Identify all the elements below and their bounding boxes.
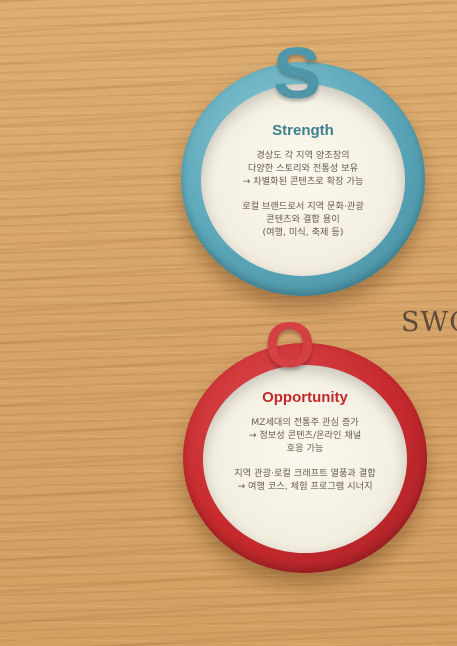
opportunity-letter: O xyxy=(265,309,315,381)
opportunity-card: Opportunity MZ세대의 전통주 관심 증가 → 정보성 콘텐츠/온라… xyxy=(203,365,407,553)
strength-line: (여행, 미식, 축제 등) xyxy=(262,227,344,238)
opportunity-paragraph-1: MZ세대의 전통주 관심 증가 → 정보성 콘텐츠/온라인 채널 호응 가능 xyxy=(249,416,362,455)
opportunity-paragraph-2: 지역 관광·로컬 크래프트 열풍과 결합 → 여행 코스, 체험 프로그램 시너… xyxy=(234,467,375,493)
strength-line: 다양한 스토리와 전통성 보유 xyxy=(247,163,359,174)
opportunity-line: MZ세대의 전통주 관심 증가 xyxy=(251,417,359,428)
opportunity-line: 호응 가능 xyxy=(286,443,324,454)
opportunity-line: → 여행 코스, 체험 프로그램 시너지 xyxy=(237,481,373,492)
opportunity-line: → 정보성 콘텐츠/온라인 채널 xyxy=(248,430,362,441)
strength-letter: S xyxy=(273,34,322,114)
strength-line: 콘텐츠와 결합 용이 xyxy=(266,214,340,225)
strength-line: 경상도 각 지역 양조장의 xyxy=(256,150,350,161)
opportunity-line: 지역 관광·로컬 크래프트 열풍과 결합 xyxy=(234,468,376,479)
strength-line: 로컬 브랜드로서 지역 문화·관광 xyxy=(242,201,364,212)
strength-paragraph-1: 경상도 각 지역 양조장의 다양한 스토리와 전통성 보유 → 차별화된 콘텐츠… xyxy=(243,149,364,188)
strength-line: → 차별화된 콘텐츠로 확장 가능 xyxy=(242,176,364,187)
swot-board: Strength 경상도 각 지역 양조장의 다양한 스토리와 전통성 보유 →… xyxy=(0,0,457,646)
swot-side-label: SWC xyxy=(401,307,457,338)
opportunity-title: Opportunity xyxy=(262,389,348,406)
strength-title: Strength xyxy=(272,122,334,139)
strength-paragraph-2: 로컬 브랜드로서 지역 문화·관광 콘텐츠와 결합 용이 (여행, 미식, 축제… xyxy=(242,200,364,239)
